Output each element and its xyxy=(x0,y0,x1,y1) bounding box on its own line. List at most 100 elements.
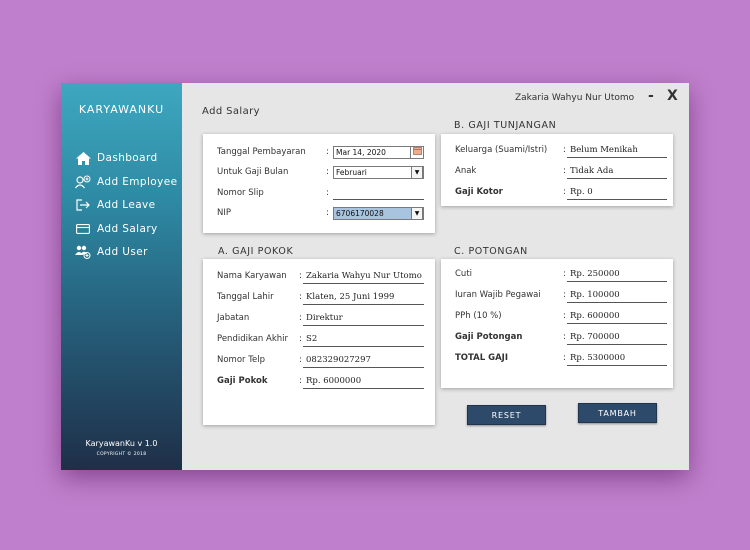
total-gaji-value: Rp. 5300000 xyxy=(567,351,667,366)
tanggal-label: Tanggal Pembayaran xyxy=(217,147,306,157)
tunjangan-title: B. GAJI TUNJANGAN xyxy=(454,120,557,131)
colon: : xyxy=(563,166,566,176)
tambah-button[interactable]: TAMBAH xyxy=(578,403,657,423)
sidebar-item-add-employee[interactable]: Add Employee xyxy=(75,173,177,191)
colon: : xyxy=(299,355,302,365)
anak-label: Anak xyxy=(455,166,477,176)
slip-row: Nomor Slip : xyxy=(203,186,435,202)
keluarga-value: Belum Menikah xyxy=(567,143,667,158)
add-user-icon xyxy=(75,245,91,259)
colon: : xyxy=(563,187,566,197)
gaji-pokok-panel: Nama Karyawan : Zakaria Wahyu Nur Utomo … xyxy=(203,259,435,425)
copyright: COPYRIGHT © 2018 xyxy=(96,452,147,457)
tunjangan-panel: Keluarga (Suami/Istri) : Belum Menikah A… xyxy=(441,134,673,206)
anak-row: Anak : Tidak Ada xyxy=(441,164,673,180)
colon: : xyxy=(299,313,302,323)
sidebar-item-label: Dashboard xyxy=(97,152,158,164)
tanggal-date-field[interactable]: Mar 14, 2020 xyxy=(333,146,412,159)
tanggal-row: Tanggal Pembayaran : Mar 14, 2020 xyxy=(203,145,435,161)
nip-label: NIP xyxy=(217,208,231,218)
gaji-pokok-value: Rp. 6000000 xyxy=(303,374,424,389)
colon: : xyxy=(563,145,566,155)
sidebar-item-add-leave[interactable]: Add Leave xyxy=(75,196,156,214)
slip-input[interactable] xyxy=(333,187,424,200)
sidebar-item-label: Add Salary xyxy=(97,223,158,235)
kotor-label: Gaji Kotor xyxy=(455,187,503,197)
nama-value: Zakaria Wahyu Nur Utomo xyxy=(303,269,424,284)
minimize-button[interactable]: - xyxy=(648,88,654,104)
payment-panel: Tanggal Pembayaran : Mar 14, 2020 Untuk … xyxy=(203,134,435,233)
calendar-icon xyxy=(412,147,422,158)
slip-label: Nomor Slip xyxy=(217,188,264,198)
bulan-row: Untuk Gaji Bulan : Februari ▼ xyxy=(203,165,435,181)
colon: : xyxy=(563,290,566,300)
kotor-value: Rp. 0 xyxy=(567,185,667,200)
nip-select[interactable]: 6706170028 ▼ xyxy=(333,207,424,220)
salary-icon xyxy=(75,222,91,236)
iuran-label: Iuran Wajib Pegawai xyxy=(455,290,541,300)
lahir-row: Tanggal Lahir : Klaten, 25 Juni 1999 xyxy=(203,290,435,306)
gaji-potongan-value: Rp. 700000 xyxy=(567,330,667,345)
pendidikan-row: Pendidikan Akhir : S2 xyxy=(203,332,435,348)
gaji-pokok-title: A. GAJI POKOK xyxy=(218,246,294,257)
user-name: Zakaria Wahyu Nur Utomo xyxy=(515,93,635,103)
keluarga-label: Keluarga (Suami/Istri) xyxy=(455,145,548,155)
pph-value: Rp. 600000 xyxy=(567,309,667,324)
colon: : xyxy=(326,167,329,177)
jabatan-label: Jabatan xyxy=(217,313,250,323)
pph-label: PPh (10 %) xyxy=(455,311,502,321)
sidebar-item-dashboard[interactable]: Dashboard xyxy=(75,149,158,167)
brand-logo: KARYAWANKU xyxy=(78,103,165,116)
sidebar-item-label: Add Employee xyxy=(97,176,178,188)
home-icon xyxy=(75,151,91,165)
colon: : xyxy=(326,188,329,198)
leave-icon xyxy=(75,198,91,212)
keluarga-row: Keluarga (Suami/Istri) : Belum Menikah xyxy=(441,143,673,159)
page-title: Add Salary xyxy=(202,106,260,117)
cuti-value: Rp. 250000 xyxy=(567,267,667,282)
lahir-value: Klaten, 25 Juni 1999 xyxy=(303,290,424,305)
gaji-pokok-row: Gaji Pokok : Rp. 6000000 xyxy=(203,374,435,390)
add-employee-icon xyxy=(75,175,91,189)
chevron-down-icon: ▼ xyxy=(411,166,423,179)
cuti-label: Cuti xyxy=(455,269,473,279)
jabatan-value: Direktur xyxy=(303,311,424,326)
app-window: KARYAWANKU Dashboard Add Employee Add Le… xyxy=(61,83,689,470)
sidebar-item-add-salary[interactable]: Add Salary xyxy=(75,220,158,238)
total-gaji-label: TOTAL GAJI xyxy=(455,353,508,363)
bulan-selected-value: Februari xyxy=(336,168,367,177)
colon: : xyxy=(563,353,566,363)
gaji-potongan-row: Gaji Potongan : Rp. 700000 xyxy=(441,330,673,346)
close-button[interactable]: X xyxy=(667,88,678,104)
colon: : xyxy=(563,332,566,342)
bulan-select[interactable]: Februari ▼ xyxy=(333,166,424,179)
telp-row: Nomor Telp : 082329027297 xyxy=(203,353,435,369)
colon: : xyxy=(326,208,329,218)
chevron-down-icon: ▼ xyxy=(411,207,423,220)
colon: : xyxy=(299,271,302,281)
potongan-title: C. POTONGAN xyxy=(454,246,528,257)
lahir-label: Tanggal Lahir xyxy=(217,292,274,302)
colon: : xyxy=(299,292,302,302)
colon: : xyxy=(326,147,329,157)
telp-label: Nomor Telp xyxy=(217,355,265,365)
main-content: Add Salary Zakaria Wahyu Nur Utomo - X T… xyxy=(182,83,689,470)
colon: : xyxy=(563,311,566,321)
kotor-row: Gaji Kotor : Rp. 0 xyxy=(441,185,673,201)
iuran-value: Rp. 100000 xyxy=(567,288,667,303)
sidebar-item-add-user[interactable]: Add User xyxy=(75,243,148,261)
nip-selected-value: 6706170028 xyxy=(334,208,412,219)
calendar-button[interactable] xyxy=(410,146,424,159)
colon: : xyxy=(299,334,302,344)
reset-button[interactable]: RESET xyxy=(467,405,546,425)
telp-value: 082329027297 xyxy=(303,353,424,368)
app-version: KaryawanKu v 1.0 xyxy=(85,439,158,448)
pph-row: PPh (10 %) : Rp. 600000 xyxy=(441,309,673,325)
nip-row: NIP : 6706170028 ▼ xyxy=(203,206,435,222)
nama-row: Nama Karyawan : Zakaria Wahyu Nur Utomo xyxy=(203,269,435,285)
sidebar: KARYAWANKU Dashboard Add Employee Add Le… xyxy=(61,83,182,470)
sidebar-item-label: Add User xyxy=(97,246,148,258)
cuti-row: Cuti : Rp. 250000 xyxy=(441,267,673,283)
gaji-pokok-label: Gaji Pokok xyxy=(217,376,268,386)
potongan-panel: Cuti : Rp. 250000 Iuran Wajib Pegawai : … xyxy=(441,259,673,388)
